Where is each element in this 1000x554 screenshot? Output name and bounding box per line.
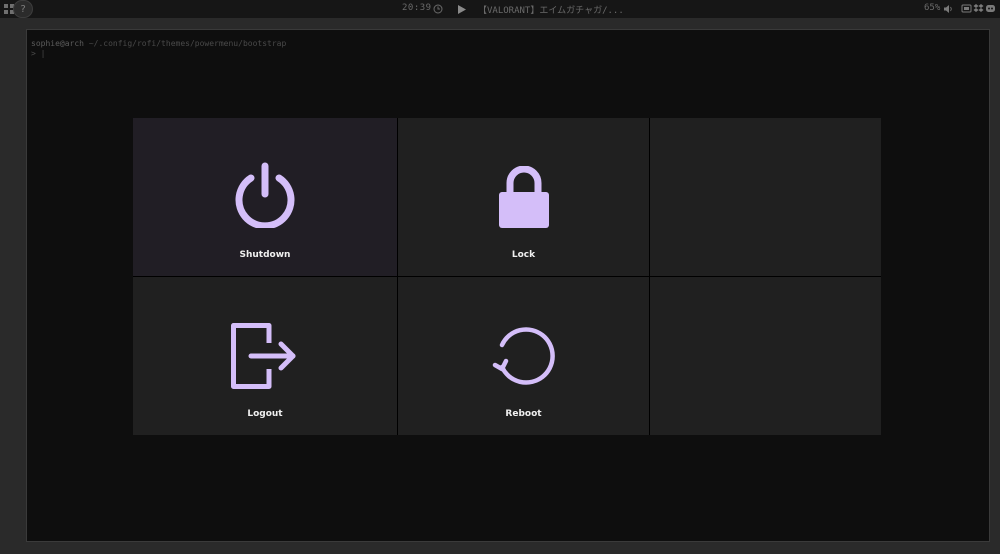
top-bar: ? 20:39 【VALORANT】エイムガチャガ/... 65% <box>0 0 1000 18</box>
empty-tile <box>650 118 881 276</box>
prompt-path: ~/.config/rofi/themes/powermenu/bootstra… <box>88 39 287 48</box>
reboot-option[interactable]: Reboot <box>398 277 649 435</box>
power-menu: Shutdown Lock Logout Reboot <box>133 118 881 435</box>
lock-icon <box>499 166 549 228</box>
active-workspace[interactable]: ? <box>13 0 33 18</box>
empty-tile <box>650 277 881 435</box>
lock-label: Lock <box>511 250 536 260</box>
lock-option[interactable]: Lock <box>398 118 649 276</box>
logout-label: Logout <box>247 409 283 419</box>
reboot-icon <box>492 327 555 385</box>
volume-text[interactable]: 65% <box>924 3 940 13</box>
logout-icon <box>231 323 296 389</box>
terminal-prompt: sophie@arch ~/.config/rofi/themes/powerm… <box>31 39 286 48</box>
power-icon <box>235 162 295 228</box>
reboot-label: Reboot <box>505 409 542 419</box>
media-title[interactable]: 【VALORANT】エイムガチャガ/... <box>478 3 624 16</box>
terminal-cursor-line: > | <box>31 49 46 58</box>
dropbox-icon[interactable] <box>973 3 984 14</box>
speaker-icon[interactable] <box>943 4 953 14</box>
tray-app-icon[interactable] <box>961 3 972 14</box>
play-icon[interactable] <box>458 5 466 14</box>
clock-icon <box>433 4 443 14</box>
shutdown-option[interactable]: Shutdown <box>133 118 397 276</box>
prompt-user: sophie@arch <box>31 39 84 48</box>
logout-option[interactable]: Logout <box>133 277 397 435</box>
clock-text: 20:39 <box>402 3 432 13</box>
shutdown-label: Shutdown <box>239 250 291 260</box>
discord-icon[interactable] <box>985 3 996 14</box>
